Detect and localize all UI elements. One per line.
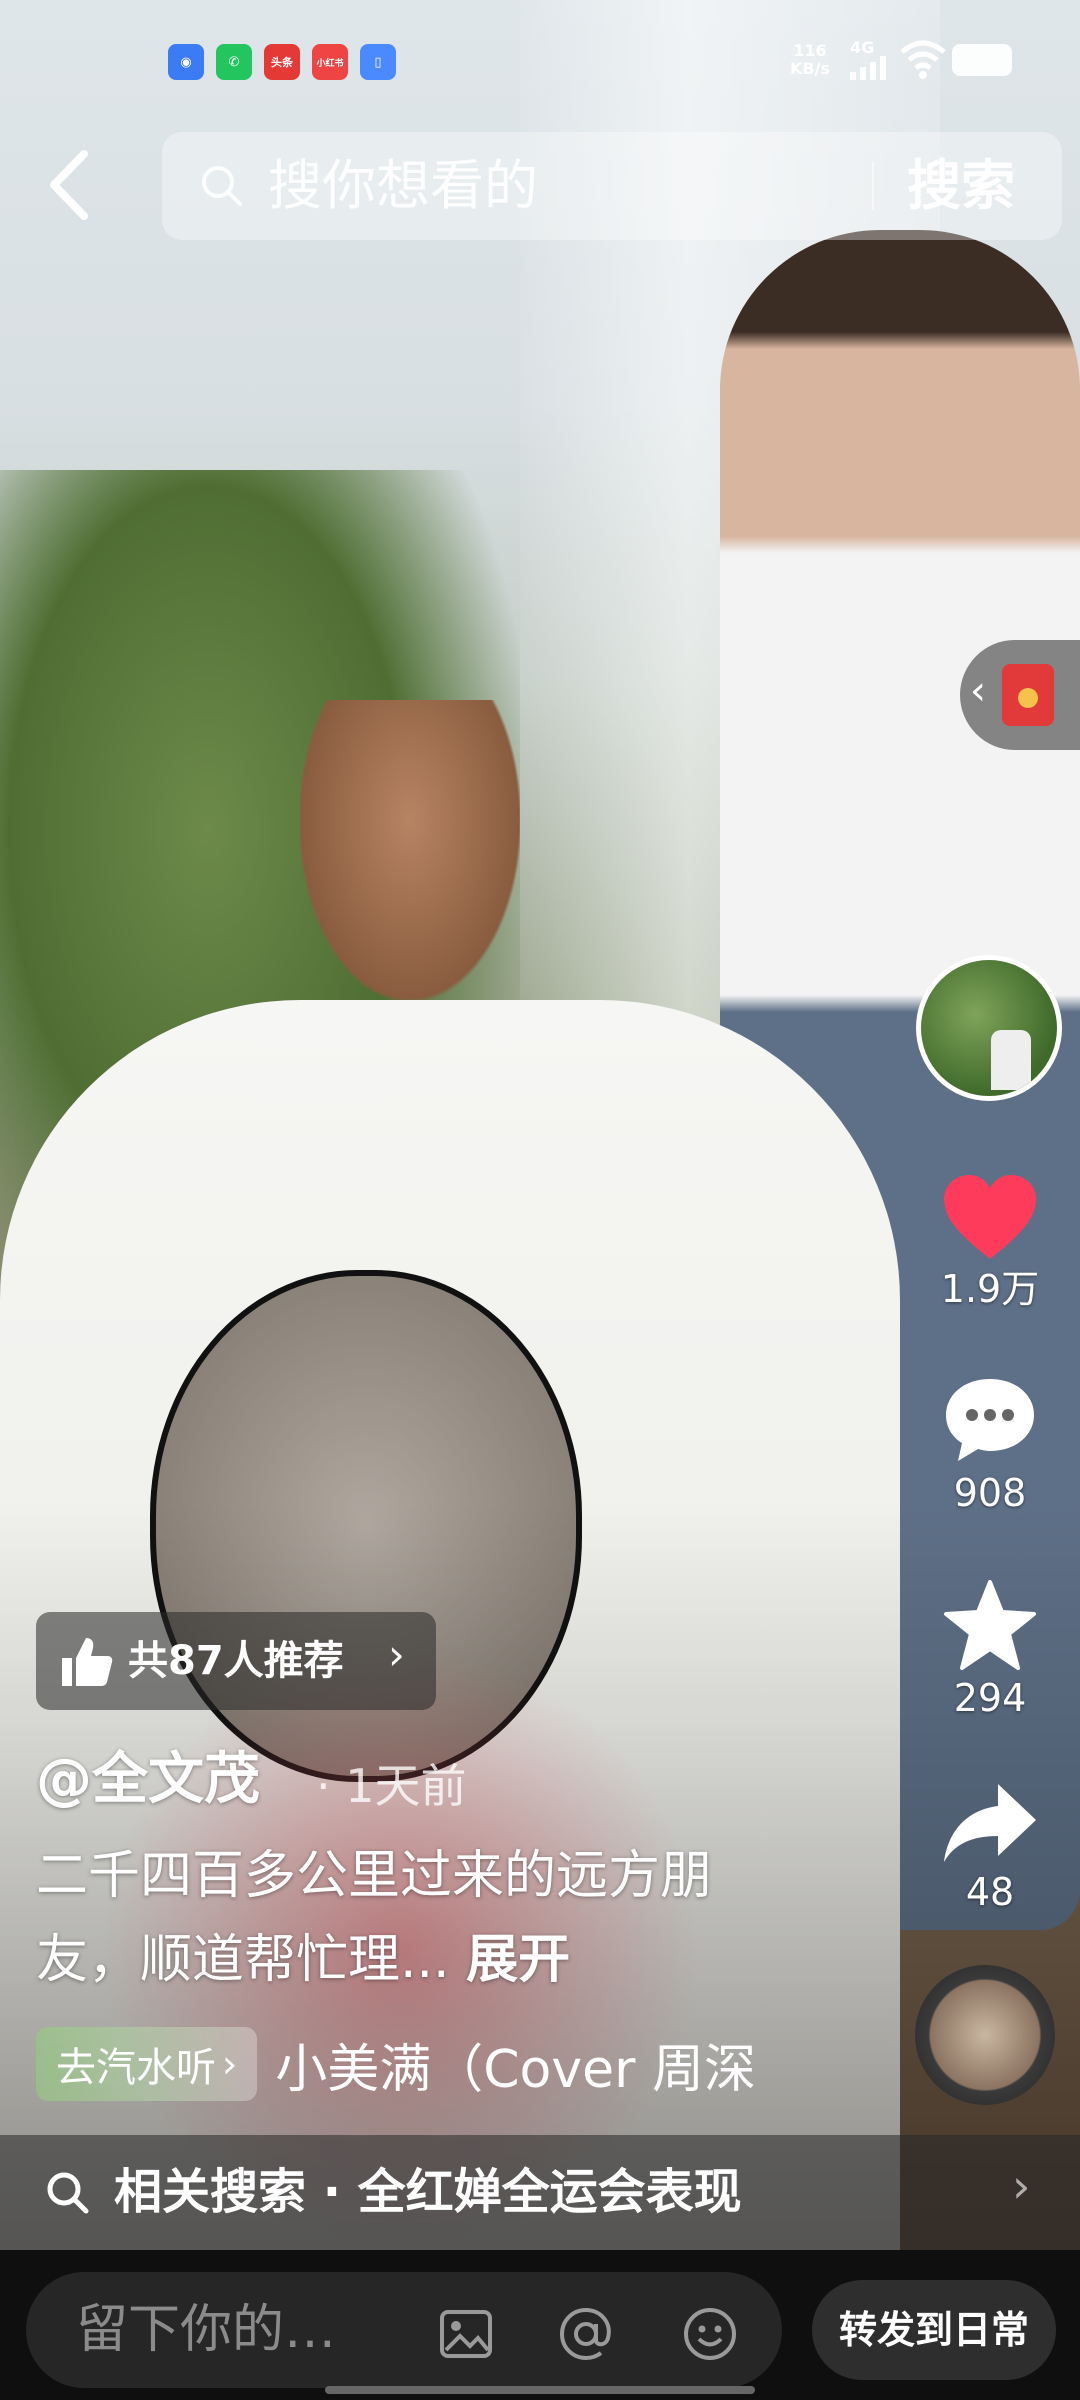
music-tag[interactable]: 去汽水听 ›	[36, 2027, 258, 2101]
net-speed-unit: KB/s	[790, 59, 830, 78]
search-icon	[202, 166, 242, 206]
search-bar[interactable]: 搜你想看的 搜索	[162, 132, 1062, 240]
search-button[interactable]: 搜索	[907, 152, 1015, 220]
network-type: 4G	[850, 38, 875, 57]
comment-icon	[946, 1379, 1034, 1461]
share-arrow-icon	[944, 1784, 1036, 1862]
chevron-left-icon: ‹	[970, 668, 986, 714]
like-count: 1.9万	[940, 1267, 1040, 1311]
recommend-text: 共87人推荐	[128, 1638, 344, 1684]
xiaohongshu-app-icon: 小红书	[312, 44, 348, 80]
comment-button[interactable]: 908	[930, 1375, 1050, 1515]
home-indicator	[325, 2386, 755, 2394]
chevron-right-icon: ›	[388, 1630, 405, 1679]
expand-link[interactable]: 展开	[466, 1930, 570, 1990]
red-packet-icon	[1002, 664, 1054, 726]
author-name[interactable]: @全文茂	[36, 1745, 260, 1815]
browser-app-icon: ◉	[168, 44, 204, 80]
search-divider	[872, 162, 874, 210]
music-title: 小美满（Cover 周深	[275, 2039, 757, 2100]
back-arrow-icon	[50, 150, 88, 220]
back-button[interactable]	[40, 140, 100, 230]
post-time: · 1天前	[316, 1759, 467, 1813]
comment-input[interactable]: 留下你的…	[26, 2272, 782, 2388]
thumbs-up-icon	[62, 1638, 113, 1686]
comment-placeholder: 留下你的…	[76, 2300, 337, 2360]
comment-count: 908	[953, 1471, 1027, 1515]
emoji-icon[interactable]	[680, 2304, 740, 2364]
star-icon	[944, 1580, 1036, 1670]
author-avatar[interactable]	[916, 955, 1062, 1101]
battery-icon	[952, 44, 1012, 76]
files-app-icon: ▯	[360, 44, 396, 80]
phone-app-icon: ✆	[216, 44, 252, 80]
red-packet-tab[interactable]: ‹	[960, 640, 1080, 750]
share-to-daily-button[interactable]: 转发到日常	[812, 2280, 1056, 2380]
signal-icon: 4G	[850, 40, 890, 84]
search-input[interactable]: 搜你想看的	[268, 152, 538, 220]
wifi-icon	[900, 40, 946, 84]
recommend-pill[interactable]: 共87人推荐 ›	[36, 1612, 436, 1710]
description-text: 二千四百多公里过来的远方朋友，顺道帮忙理...	[36, 1846, 713, 1990]
customer-figure	[300, 700, 520, 1000]
net-speed: 116 KB/s	[790, 42, 830, 78]
music-disc[interactable]	[915, 1965, 1055, 2105]
like-button[interactable]: 1.9万	[930, 1175, 1050, 1311]
favorite-button[interactable]: 294	[930, 1580, 1050, 1720]
video-description[interactable]: 二千四百多公里过来的远方朋友，顺道帮忙理... 展开	[36, 1834, 796, 2002]
related-search-bar[interactable]: 相关搜索 · 全红婵全运会表现 ›	[0, 2135, 1080, 2250]
heart-icon	[944, 1175, 1036, 1259]
favorite-count: 294	[953, 1676, 1027, 1720]
share-button[interactable]: 48	[930, 1780, 1050, 1914]
toutiao-app-icon: 头条	[264, 44, 300, 80]
status-bar: ◉ ✆ 头条 小红书 ▯ 116 KB/s 4G	[0, 0, 1080, 120]
music-tag-label: 去汽水听	[56, 2045, 216, 2091]
chevron-right-icon: ›	[1012, 2159, 1031, 2213]
notification-app-icons: ◉ ✆ 头条 小红书 ▯	[168, 44, 396, 80]
related-search-text: 相关搜索 · 全红婵全运会表现	[114, 2164, 742, 2220]
net-speed-value: 116	[793, 41, 827, 60]
image-icon[interactable]	[436, 2304, 496, 2364]
search-icon	[47, 2172, 89, 2214]
at-mention-icon[interactable]	[556, 2304, 616, 2364]
music-row[interactable]: 去汽水听 › 小美满（Cover 周深	[36, 2024, 756, 2104]
share-count: 48	[965, 1870, 1015, 1914]
bottom-bar: 留下你的… 转发到日常	[0, 2250, 1080, 2400]
chevron-right-icon: ›	[222, 2042, 238, 2086]
